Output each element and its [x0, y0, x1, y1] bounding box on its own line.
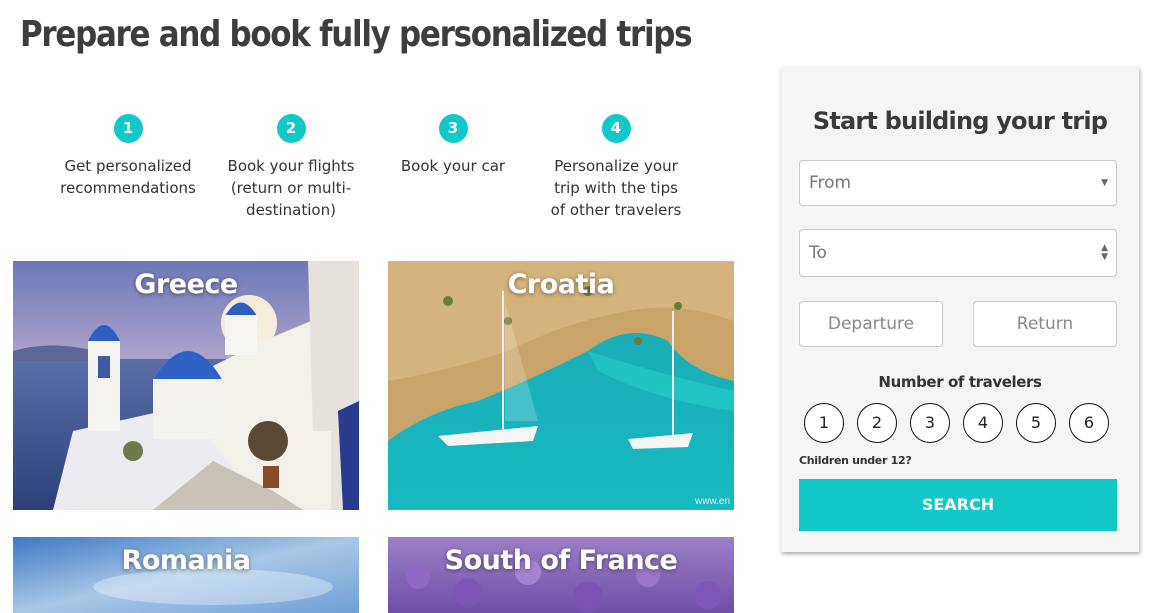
- destination-name: South of France: [444, 545, 678, 576]
- to-placeholder: To: [809, 243, 827, 263]
- destination-card-croatia[interactable]: Croatia www.en: [388, 261, 734, 510]
- traveler-option-4[interactable]: 4: [963, 403, 1003, 443]
- destination-card-south-of-france[interactable]: South of France: [388, 537, 734, 613]
- traveler-option-3[interactable]: 3: [910, 403, 950, 443]
- step-text: Get personalized recommendations: [60, 157, 196, 197]
- traveler-option-1[interactable]: 1: [804, 403, 844, 443]
- to-select[interactable]: To ▲ ▼: [799, 229, 1117, 277]
- destination-name: Croatia: [507, 269, 615, 300]
- step-1: 1 Get personalized recommendations: [48, 114, 208, 199]
- caret-down-icon: ▼: [1101, 177, 1108, 188]
- traveler-option-2[interactable]: 2: [857, 403, 897, 443]
- step-number: 3: [438, 114, 468, 143]
- destination-card-greece[interactable]: Greece: [13, 261, 359, 510]
- from-placeholder: From: [809, 173, 852, 193]
- step-text: Personalize your trip with the tips of o…: [550, 157, 682, 219]
- step-number: 4: [601, 114, 631, 143]
- step-4: 4 Personalize your trip with the tips of…: [536, 114, 696, 221]
- step-text: Book your car: [400, 157, 506, 175]
- children-label[interactable]: Children under 12?: [799, 454, 912, 467]
- return-button[interactable]: Return: [973, 301, 1117, 347]
- search-button[interactable]: SEARCH: [799, 479, 1117, 531]
- panel-title: Start building your trip: [812, 107, 1108, 135]
- destination-name: Greece: [134, 269, 238, 300]
- travelers-label: Number of travelers: [878, 373, 1042, 391]
- up-down-arrows-icon: ▲ ▼: [1101, 243, 1108, 262]
- step-number: 2: [276, 114, 306, 143]
- destination-card-romania[interactable]: Romania: [13, 537, 359, 613]
- step-text: Book your flights (return or multi-desti…: [227, 157, 355, 219]
- step-2: 2 Book your flights (return or multi-des…: [211, 114, 371, 221]
- from-select[interactable]: From ▼: [799, 160, 1117, 206]
- traveler-option-6[interactable]: 6: [1069, 403, 1109, 443]
- destination-name: Romania: [121, 545, 251, 576]
- traveler-option-5[interactable]: 5: [1016, 403, 1056, 443]
- step-number: 1: [113, 114, 143, 143]
- step-3: 3 Book your car: [373, 114, 533, 177]
- trip-builder-panel: Start building your trip From ▼ To ▲ ▼ De…: [781, 67, 1139, 552]
- departure-button[interactable]: Departure: [799, 301, 943, 347]
- page-title: Prepare and book fully personalized trip…: [20, 14, 693, 55]
- image-watermark: www.en: [694, 496, 730, 507]
